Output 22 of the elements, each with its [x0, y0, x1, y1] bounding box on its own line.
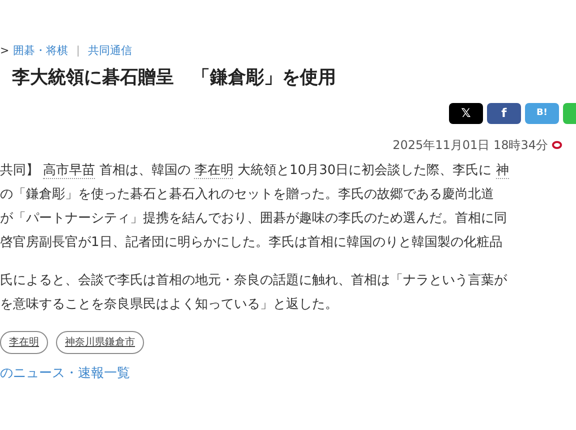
article-title: 李大統領に碁石贈呈 「鎌倉彫」を使用 — [12, 66, 337, 90]
facebook-share-button[interactable]: f — [487, 103, 521, 124]
breadcrumb-link[interactable]: 共同通信 — [88, 44, 132, 56]
article-text: 氏によると、会談で李氏は首相の地元・奈良の話題に触れ、首相は「ナラという言葉が — [0, 272, 508, 290]
person-link[interactable]: 高市早苗 — [43, 163, 96, 180]
breadcrumb-link[interactable]: 囲碁・将棋 — [13, 44, 68, 56]
article-text: 啓官房副長官が1日、記者団に明らかにした。李氏は首相に韓国のりと韓国製の化粧品 — [0, 234, 504, 252]
article-text: を意味することを奈良県民はよく知っている」と返した。 — [0, 296, 339, 314]
person-link[interactable]: 李在明 — [194, 163, 234, 180]
source-icon — [552, 141, 562, 150]
breadcrumb-separator: > — [0, 44, 10, 56]
breadcrumb-separator: | — [76, 44, 80, 56]
tag-link[interactable]: 李在明 — [0, 331, 48, 354]
article-text: の「鎌倉彫」を使った碁石と碁石入れのセットを贈った。李氏の故郷である慶尚北道 — [0, 186, 495, 204]
person-link[interactable]: 神 — [496, 163, 509, 180]
article-text: 共同】 高市早苗 首相は、韓国の 李在明 大統領と10月30日に初会談した際、李氏に 神 — [0, 162, 510, 182]
tag-link[interactable]: 神奈川県鎌倉市 — [56, 331, 144, 354]
x-share-button[interactable]: 𝕏 — [449, 103, 483, 124]
article-text: が「パートナーシティ」提携を結んでおり、囲碁が趣味の李氏のため選んだ。首相に同 — [0, 210, 508, 228]
news-list-link[interactable]: のニュース・速報一覧 — [0, 364, 130, 384]
publish-date: 2025年11月01日 18時34分 — [392, 137, 548, 154]
line-share-button[interactable] — [563, 103, 576, 124]
